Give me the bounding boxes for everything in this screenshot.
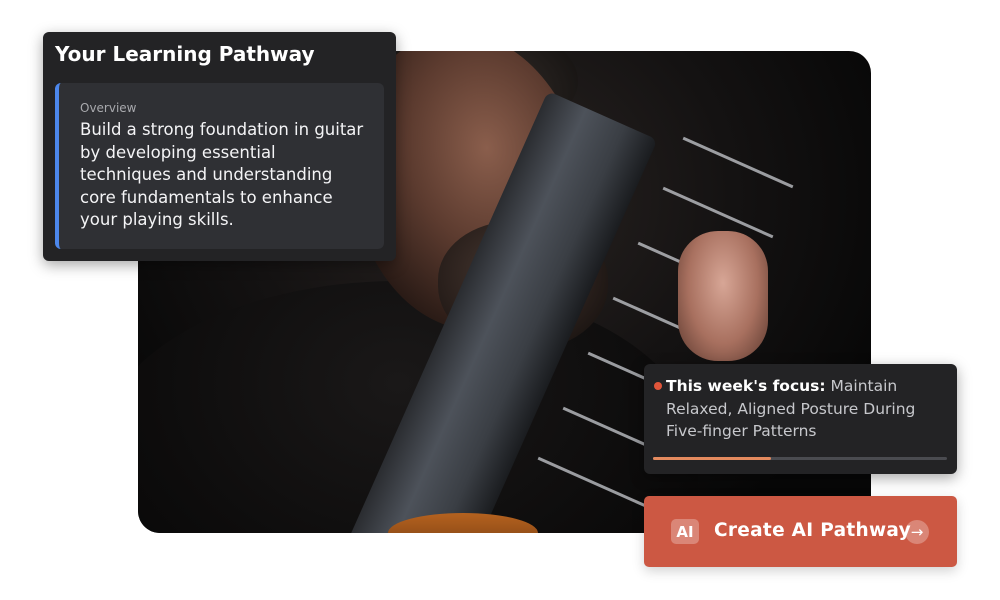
focus-progress-fill (653, 457, 771, 460)
focus-progress-bar (653, 457, 947, 460)
ai-badge-icon: AI (671, 519, 699, 544)
fretting-hand (678, 231, 768, 361)
arrow-right-icon: → (905, 520, 929, 544)
overview-label: Overview (80, 101, 137, 115)
focus-prefix: This week's focus: (666, 377, 826, 395)
learning-pathway-card: Your Learning Pathway Overview Build a s… (43, 32, 396, 261)
weekly-focus-card: This week's focus: Maintain Relaxed, Ali… (644, 364, 957, 474)
weekly-focus-text: This week's focus: Maintain Relaxed, Ali… (666, 375, 946, 443)
pathway-title: Your Learning Pathway (55, 42, 315, 66)
status-dot-icon (654, 382, 662, 390)
create-ai-pathway-button[interactable]: AI Create AI Pathway → (644, 496, 957, 567)
overview-text: Build a strong foundation in guitar by d… (80, 120, 364, 229)
overview-box: Overview Build a strong foundation in gu… (55, 83, 384, 249)
create-ai-pathway-label: Create AI Pathway (714, 520, 911, 541)
